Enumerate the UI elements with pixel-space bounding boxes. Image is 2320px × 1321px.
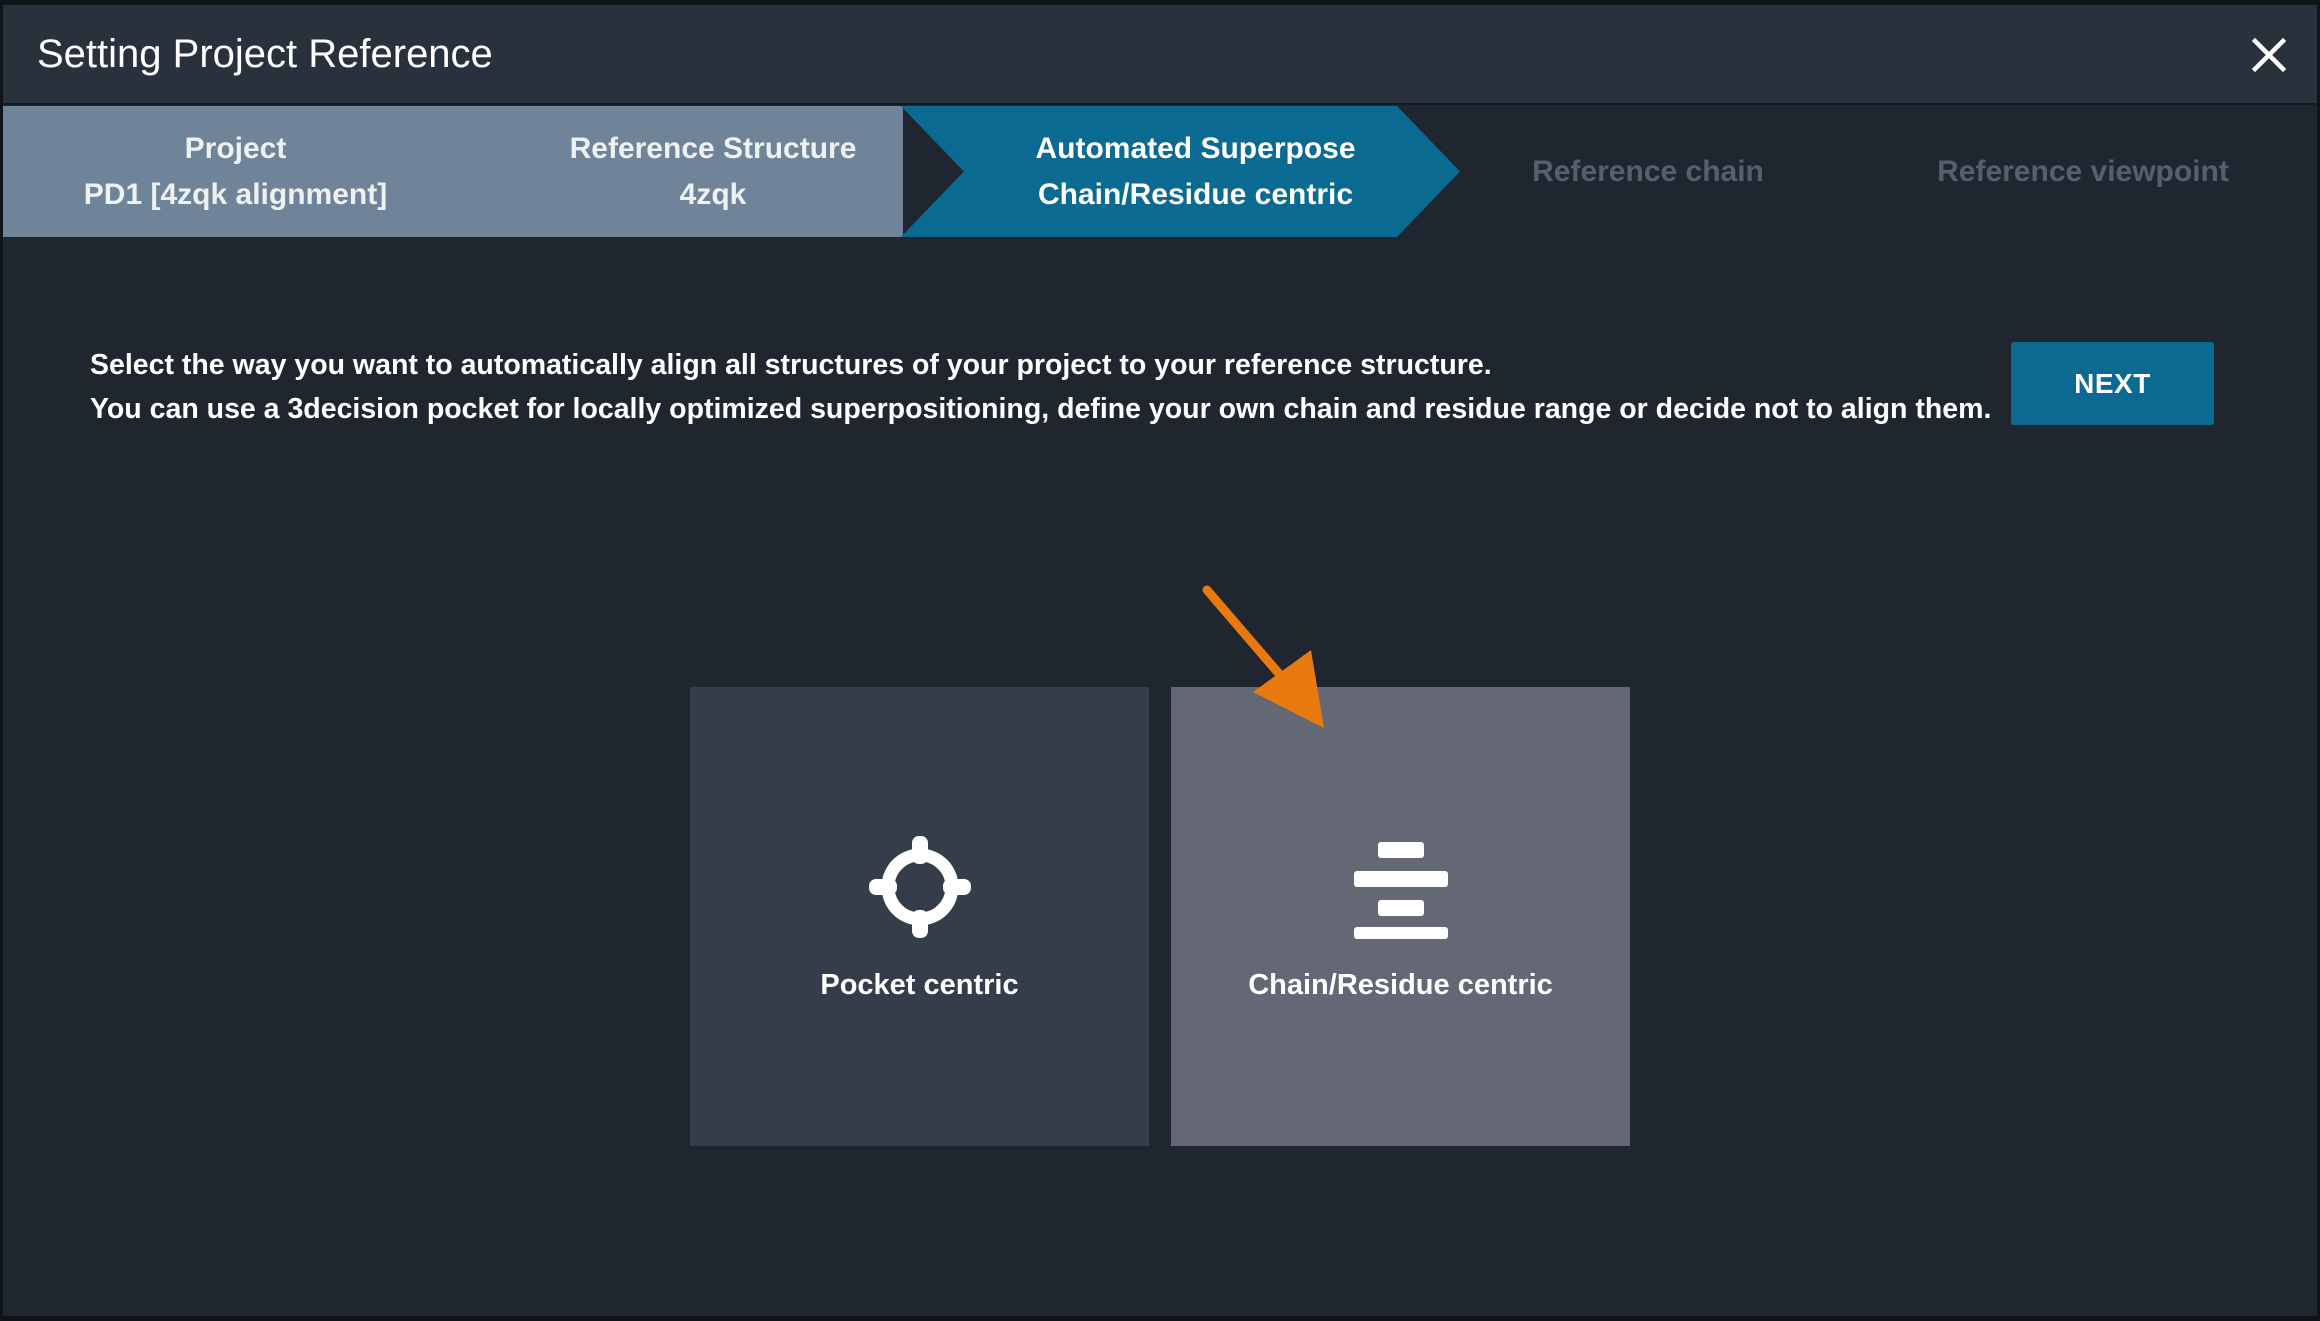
step-project-title: Project	[184, 131, 287, 165]
chain-residue-centric-label: Chain/Residue centric	[1248, 969, 1553, 1001]
step-project[interactable]: Project PD1 [4zqk alignment]	[3, 106, 468, 237]
pocket-centric-label: Pocket centric	[820, 969, 1019, 1001]
close-icon	[2251, 37, 2287, 73]
step-project-subtitle: PD1 [4zqk alignment]	[83, 177, 388, 211]
setting-project-reference-dialog: Setting Project Reference Project PD1 [4…	[3, 5, 2317, 1316]
instructions-text: Select the way you want to automatically…	[90, 343, 2020, 431]
crosshair-icon	[865, 832, 975, 942]
step-reference-viewpoint-title: Reference viewpoint	[1937, 154, 2229, 188]
instructions-line-2: You can use a 3decision pocket for local…	[90, 393, 1992, 425]
option-card-chain-residue-centric[interactable]: Chain/Residue centric	[1171, 687, 1630, 1146]
step-automated-superpose[interactable]: Automated Superpose Chain/Residue centri…	[943, 106, 1448, 237]
next-button[interactable]: NEXT	[2011, 342, 2214, 425]
wizard-stepper: Project PD1 [4zqk alignment] Reference S…	[3, 106, 2317, 237]
annotation-arrow-icon	[1202, 585, 1324, 728]
dialog-title: Setting Project Reference	[37, 32, 493, 76]
step-reference-chain-title: Reference chain	[1532, 154, 1764, 188]
step-reference-structure-title: Reference Structure	[569, 131, 857, 165]
close-button[interactable]	[2245, 31, 2293, 79]
step-automated-superpose-subtitle: Chain/Residue centric	[1037, 177, 1354, 211]
step-reference-viewpoint[interactable]: Reference viewpoint	[1873, 106, 2293, 237]
step-reference-structure-subtitle: 4zqk	[679, 177, 747, 211]
align-center-icon	[1346, 832, 1456, 942]
step-automated-superpose-title: Automated Superpose	[1035, 131, 1356, 165]
step-reference-structure[interactable]: Reference Structure 4zqk	[468, 106, 958, 237]
step-reference-chain[interactable]: Reference chain	[1463, 106, 1833, 237]
option-card-pocket-centric[interactable]: Pocket centric	[690, 687, 1149, 1146]
instructions-line-1: Select the way you want to automatically…	[90, 349, 1492, 381]
dialog-titlebar: Setting Project Reference	[3, 5, 2317, 105]
